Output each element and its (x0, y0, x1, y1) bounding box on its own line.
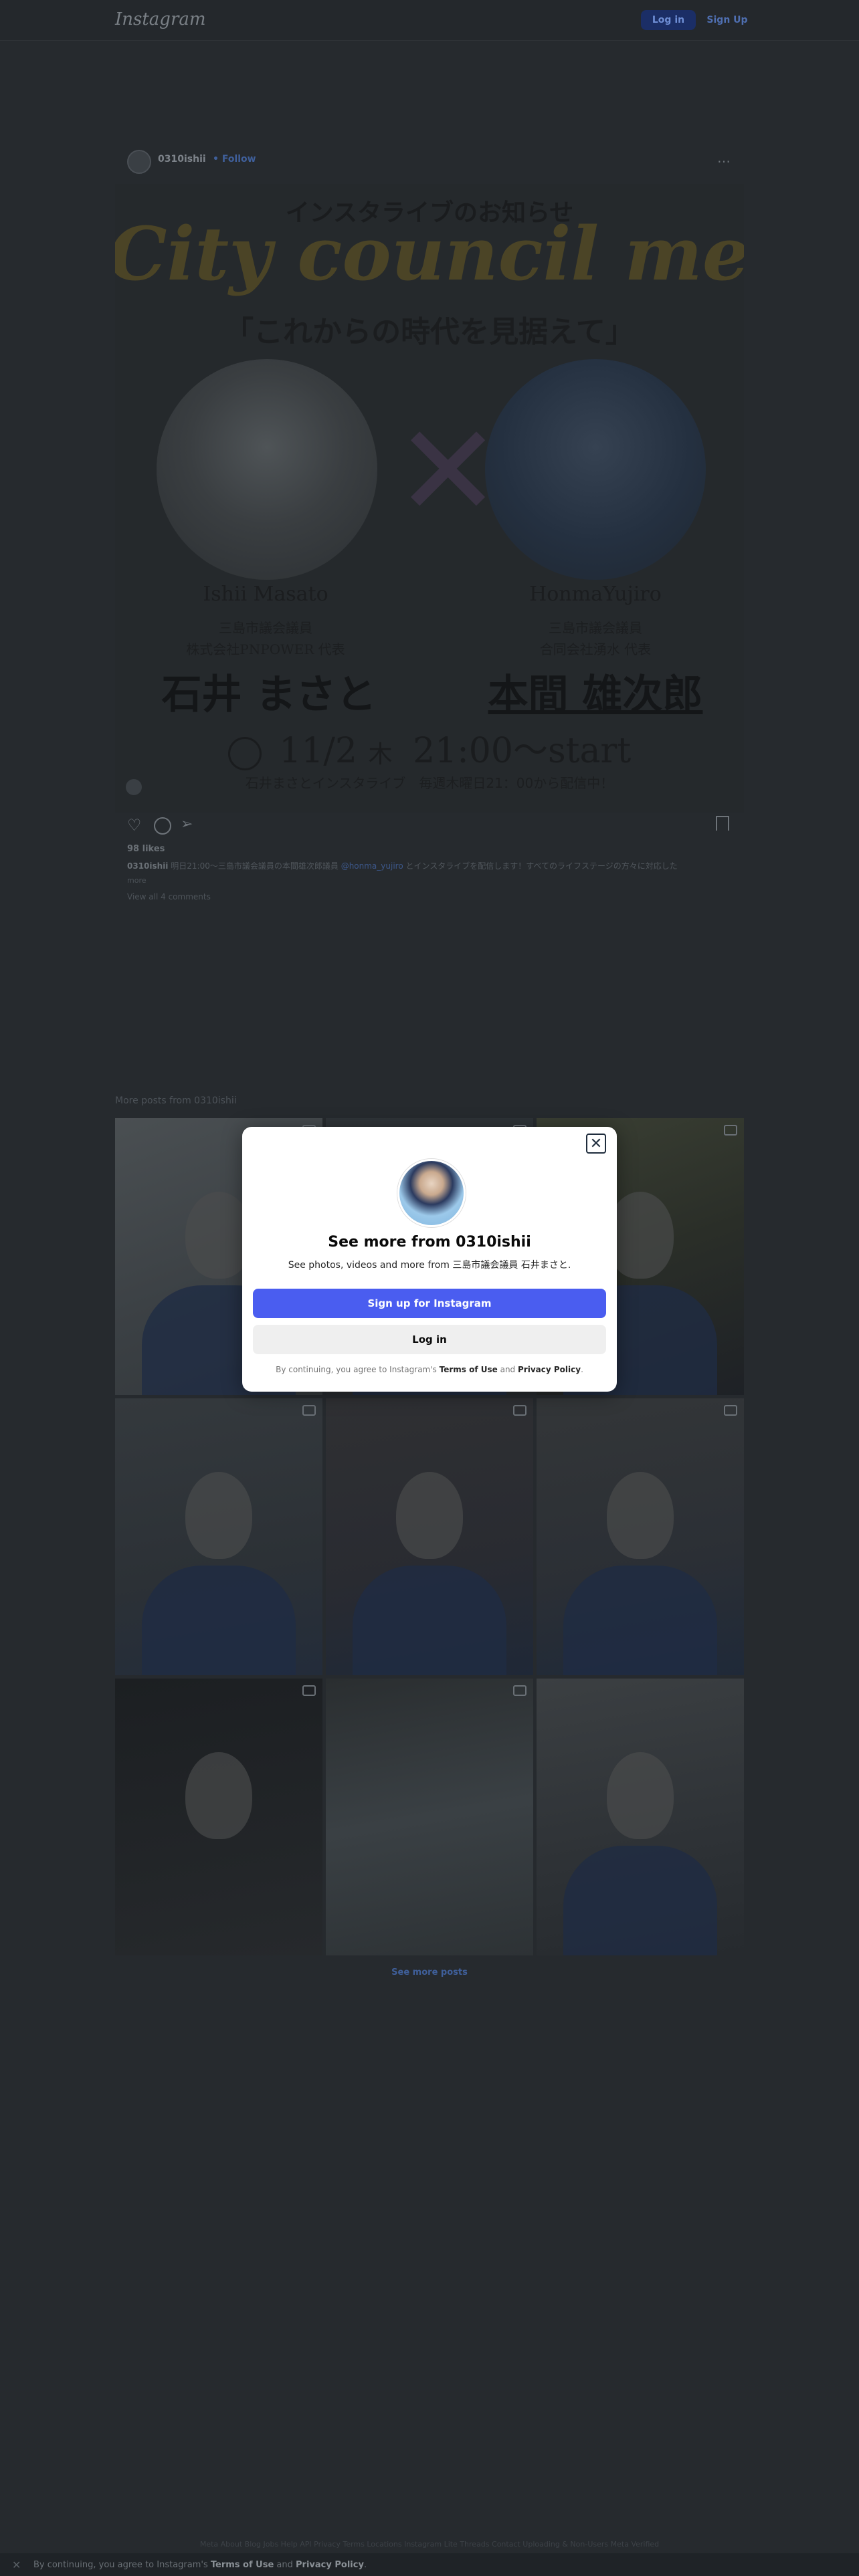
privacy-policy-link[interactable]: Privacy Policy (518, 1365, 581, 1374)
profile-avatar (397, 1159, 466, 1227)
left-person-role-1: 三島市議会議員 (219, 620, 312, 636)
video-icon (724, 1125, 737, 1136)
post-image-footer: 石井まさとインスタライブ 毎週木曜日21：00から配信中！ (245, 775, 614, 791)
comment-bubble-icon[interactable] (154, 817, 171, 835)
caption-text: 明日21:00〜三島市議会議員の本間雄次郎議員 (171, 861, 339, 871)
caption-text-rest: とインスタライブを配信します！すべてのライフステージの方々に対応した (405, 861, 678, 871)
save-bookmark-icon[interactable] (716, 816, 729, 831)
cross-mark-icon: ✕ (395, 397, 502, 545)
caption-username[interactable]: 0310ishii (127, 861, 168, 871)
event-date: 11/2 (279, 731, 358, 771)
terms-suffix-text: . (581, 1365, 583, 1374)
more-options-icon[interactable]: … (717, 150, 732, 166)
right-person-photo (485, 359, 706, 580)
post-author-username[interactable]: 0310ishii (158, 154, 206, 165)
post-caption: 0310ishii 明日21:00〜三島市議会議員の本間雄次郎議員 @honma… (127, 860, 729, 871)
right-person-name-jp: 本間 雄次郎 (488, 671, 703, 718)
cookie-close-icon[interactable]: ✕ (12, 2559, 21, 2571)
view-comments-link[interactable]: View all 4 comments (127, 892, 211, 901)
cookie-terms-link[interactable]: Terms of Use (211, 2560, 274, 2570)
instagram-logo[interactable]: Instagram (115, 9, 206, 29)
post-thumbnail[interactable] (537, 1679, 744, 1955)
caption-mention-link[interactable]: @honma_yujiro (341, 861, 403, 871)
post-image-subtitle: 「これからの時代を見据えて」 (224, 315, 635, 349)
footer-links[interactable]: Meta About Blog Jobs Help API Privacy Te… (107, 2540, 752, 2549)
cookie-suffix-text: . (363, 2560, 367, 2570)
post-thumbnail[interactable] (115, 1679, 322, 1955)
terms-and-text: and (500, 1365, 516, 1374)
share-paper-plane-icon[interactable]: ➢ (181, 816, 198, 833)
terms-of-use-link[interactable]: Terms of Use (440, 1365, 498, 1374)
right-person-role-1: 三島市議会議員 (549, 620, 642, 636)
terms-prefix-text: By continuing, you agree to Instagram's (276, 1365, 437, 1374)
event-weekday: 木 (368, 741, 393, 768)
clock-icon (227, 736, 262, 770)
cookie-privacy-link[interactable]: Privacy Policy (296, 2560, 364, 2570)
follow-button[interactable]: • Follow (213, 154, 256, 165)
see-more-posts-link[interactable]: See more posts (0, 1967, 859, 1977)
right-person-role-2: 合同会社湧水 代表 (539, 641, 652, 657)
terms-notice: By continuing, you agree to Instagram's … (242, 1365, 617, 1374)
left-person-role-2: 株式会社PNPOWER 代表 (186, 641, 345, 657)
header-signup-link[interactable]: Sign Up (704, 10, 751, 30)
cookie-notice: By continuing, you agree to Instagram's … (33, 2560, 367, 2570)
right-person-name-en: HonmaYujiro (529, 582, 662, 606)
left-person-photo (157, 359, 377, 580)
modal-subtitle: See photos, videos and more from 三島市議会議員… (288, 1260, 571, 1271)
event-datetime: 11/2 木 21:00～start (115, 722, 744, 772)
post-thumbnail[interactable] (537, 1398, 744, 1675)
left-person-name-jp: 石井 まさと (161, 671, 377, 718)
video-icon (302, 1685, 316, 1696)
signup-modal: ✕ See more from 0310ishii See photos, vi… (242, 1127, 617, 1392)
left-person-name-en: Ishii Masato (203, 582, 328, 606)
login-button[interactable]: Log in (253, 1325, 606, 1354)
post-thumbnail[interactable] (326, 1679, 533, 1955)
close-icon[interactable]: ✕ (586, 1134, 606, 1154)
modal-title: See more from 0310ishii (328, 1234, 531, 1251)
post-thumbnail[interactable] (115, 1398, 322, 1675)
post-author-avatar[interactable] (127, 150, 151, 174)
post-image[interactable]: インスタライブのお知らせ City council member 「これからの時… (115, 184, 744, 813)
cookie-notice-text: By continuing, you agree to Instagram's (33, 2560, 208, 2570)
post-image-script-text: City council member (115, 211, 744, 297)
event-time: 21:00～start (413, 731, 632, 771)
video-icon (724, 1405, 737, 1416)
video-icon (302, 1405, 316, 1416)
likes-count[interactable]: 98 likes (127, 844, 165, 854)
video-icon (513, 1685, 527, 1696)
header-login-button[interactable]: Log in (641, 10, 696, 30)
caption-more-link[interactable]: more (127, 876, 147, 885)
signup-button[interactable]: Sign up for Instagram (253, 1289, 606, 1318)
like-heart-icon[interactable]: ♡ (127, 816, 145, 835)
cookie-and-text: and (276, 2560, 293, 2570)
video-icon (513, 1405, 527, 1416)
post-thumbnail[interactable] (326, 1398, 533, 1675)
more-posts-heading[interactable]: More posts from 0310ishii (115, 1095, 237, 1106)
